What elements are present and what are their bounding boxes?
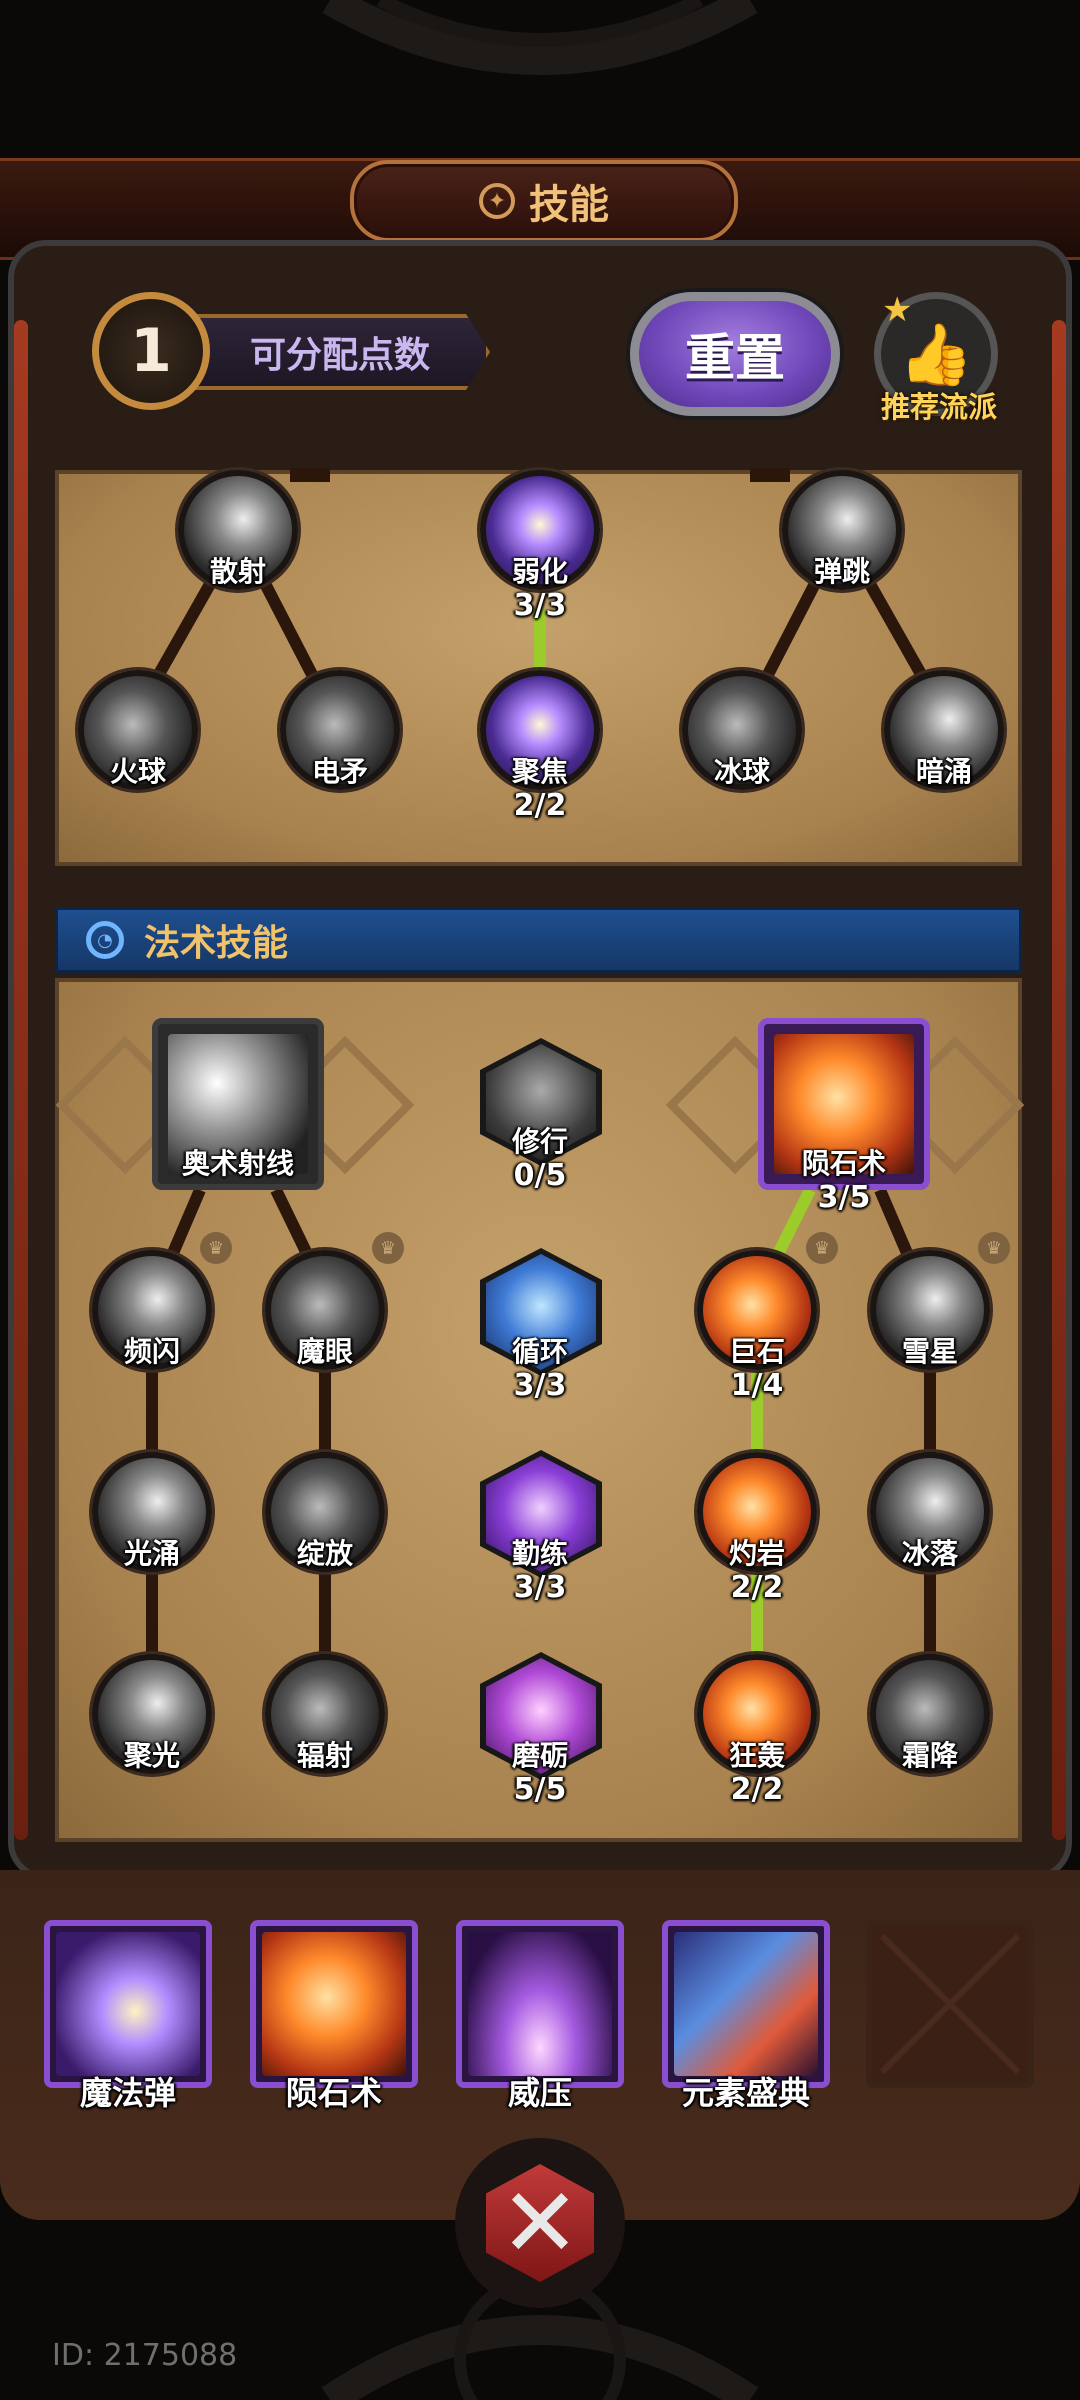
elemental-feast-icon <box>674 1932 818 2076</box>
skill-node-light-surge[interactable]: 光涌 <box>92 1452 212 1572</box>
player-id: ID: 2175088 <box>52 2338 238 2373</box>
equipped-slot-empty[interactable] <box>866 1920 1034 2088</box>
skill-level: 2/2 <box>730 1772 784 1807</box>
skill-name: 冰落 <box>901 1537 958 1570</box>
skill-node-bloom[interactable]: 绽放 <box>265 1452 385 1572</box>
slot-label: 元素盛典 <box>681 2074 810 2112</box>
skill-name: 魔眼 <box>296 1335 353 1368</box>
equipped-slot-meteor[interactable]: 陨石术 <box>250 1920 418 2112</box>
skill-node-radiation[interactable]: 辐射 <box>265 1654 385 1774</box>
skill-level: 3/3 <box>513 1570 567 1605</box>
skill-node-sharpen[interactable]: 磨砺 5/5 <box>480 1652 602 1807</box>
skill-node-practice[interactable]: 勤练 3/3 <box>480 1450 602 1605</box>
equipped-slot-pressure[interactable]: 威压 <box>456 1920 624 2112</box>
skill-name: 巨石 <box>728 1335 785 1368</box>
skill-name: 绽放 <box>296 1537 353 1570</box>
skill-name: 陨石术 <box>801 1147 886 1180</box>
skill-name: 雪星 <box>901 1335 958 1368</box>
skill-name: 循环 <box>511 1335 568 1368</box>
skill-node-meteor[interactable]: 陨石术 3/5 <box>758 1018 930 1215</box>
skill-node-snow-star[interactable]: 雪星 <box>870 1250 990 1370</box>
magic-missile-icon <box>56 1932 200 2076</box>
skill-node-scorch-rock[interactable]: 灼岩 2/2 <box>697 1452 817 1605</box>
skill-name: 灼岩 <box>728 1537 785 1570</box>
skill-name: 狂轰 <box>728 1739 785 1772</box>
skill-node-boulder[interactable]: 巨石 1/4 <box>697 1250 817 1403</box>
meteor-icon <box>262 1932 406 2076</box>
skill-name: 修行 <box>511 1125 568 1158</box>
slot-label: 威压 <box>507 2074 572 2112</box>
equipped-slot-elemental-feast[interactable]: 元素盛典 <box>662 1920 830 2112</box>
skill-node-cultivation[interactable]: 修行 0/5 <box>480 1038 602 1193</box>
skill-level: 3/5 <box>817 1180 871 1215</box>
skill-node-ice-fall[interactable]: 冰落 <box>870 1452 990 1572</box>
skill-name: 聚光 <box>123 1739 180 1772</box>
skill-level: 1/4 <box>730 1368 784 1403</box>
skill-name: 频闪 <box>123 1335 180 1368</box>
skill-node-arcane-ray[interactable]: 奥术射线 <box>152 1018 324 1190</box>
skill-node-cycle[interactable]: 循环 3/3 <box>480 1248 602 1403</box>
empty-slot-x-icon <box>879 1933 1021 2075</box>
pressure-icon <box>468 1932 612 2076</box>
skill-level: 0/5 <box>513 1158 567 1193</box>
skill-name: 磨砺 <box>511 1739 568 1772</box>
skill-name: 勤练 <box>511 1537 568 1570</box>
skill-level: 3/3 <box>513 1368 567 1403</box>
skill-node-bombard[interactable]: 狂轰 2/2 <box>697 1654 817 1807</box>
skill-node-strobe[interactable]: 频闪 <box>92 1250 212 1370</box>
slot-label: 陨石术 <box>285 2074 382 2112</box>
skill-level: 5/5 <box>513 1772 567 1807</box>
equipped-slot-magic-missile[interactable]: 魔法弹 <box>44 1920 212 2112</box>
skill-name: 奥术射线 <box>181 1147 294 1180</box>
slot-label: 魔法弹 <box>79 2074 176 2112</box>
skill-level: 2/2 <box>730 1570 784 1605</box>
points-count: 1 <box>92 292 210 410</box>
skill-node-magic-eye[interactable]: 魔眼 <box>265 1250 385 1370</box>
skill-node-spotlight[interactable]: 聚光 <box>92 1654 212 1774</box>
skill-name: 辐射 <box>296 1739 353 1772</box>
crossed-swords-close-icon: ✕ <box>486 2164 594 2282</box>
skill-name: 光涌 <box>123 1537 180 1570</box>
close-button[interactable]: ✕ <box>455 2138 625 2308</box>
skill-name: 霜降 <box>901 1739 958 1772</box>
skill-node-frost-descent[interactable]: 霜降 <box>870 1654 990 1774</box>
